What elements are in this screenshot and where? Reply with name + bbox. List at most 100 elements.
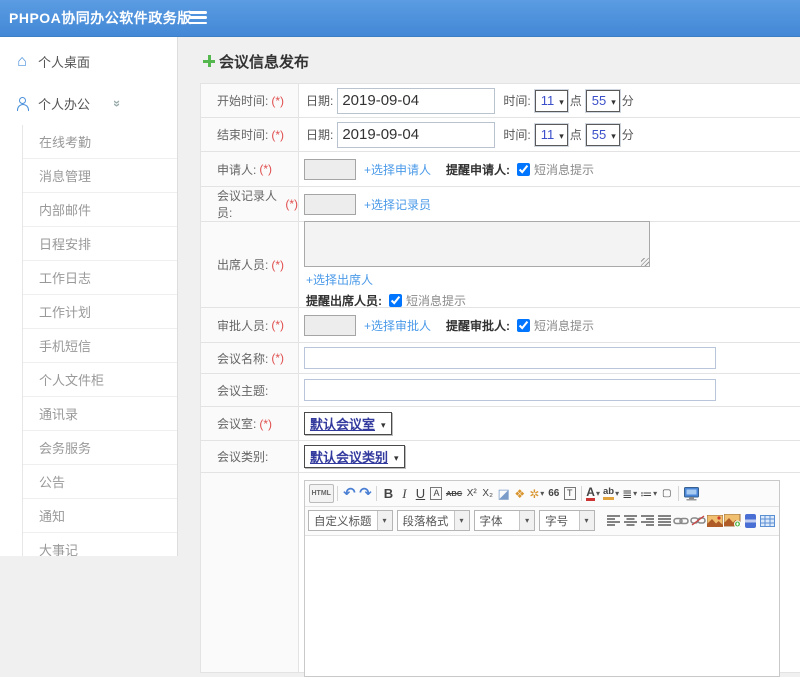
ordered-list-icon[interactable]: ≣ ▾ <box>621 484 638 503</box>
applicant-input[interactable] <box>304 158 356 180</box>
sidebar-item[interactable]: 工作计划 <box>23 295 177 329</box>
editor-content[interactable] <box>305 536 779 676</box>
remind-approver-label: 提醒审批人: <box>446 318 511 333</box>
field-label: 会议类别: <box>217 450 269 464</box>
editor-toolbar-row1: HTML ↶ ↷ B I U A ABC X² X₂ ◪ ❖ ✲ ▾ 66 T A ▾ ab ▾ ≣ ▾ ≔ ▾ ▢ <box>305 481 779 507</box>
add-icon <box>203 55 215 67</box>
sidebar-item[interactable]: 大事记 <box>23 533 177 556</box>
sidebar-submenu: 在线考勤 消息管理 内部邮件 日程安排 工作日志 工作计划 手机短信 个人文件柜 通讯录 会务服务… <box>22 125 177 556</box>
sidebar: ⌂ 个人桌面 个人办公 » 在线考勤 消息管理 内部邮件 日程安排 工作日志 工作计划 手机… <box>0 37 178 556</box>
italic-icon[interactable]: I <box>397 484 412 503</box>
page-title: 会议信息发布 <box>219 53 310 71</box>
paragraph-format-select[interactable]: 段落格式 <box>396 510 470 531</box>
redo-icon[interactable]: ↷ <box>358 484 373 503</box>
attendees-textarea[interactable] <box>304 220 650 267</box>
field-label: 会议主题: <box>217 383 269 398</box>
align-center-icon[interactable] <box>622 511 638 530</box>
html-source-button[interactable]: HTML <box>308 484 334 503</box>
sidebar-item[interactable]: 手机短信 <box>23 329 177 363</box>
user-icon <box>13 97 31 111</box>
font-color-icon[interactable]: A ▾ <box>585 484 601 503</box>
table-icon[interactable] <box>760 511 776 530</box>
sidebar-item-desktop[interactable]: ⌂ 个人桌面 <box>0 37 177 82</box>
caret-down-icon <box>381 415 386 433</box>
sms-remind-checkbox[interactable] <box>517 162 531 176</box>
link-icon[interactable] <box>673 511 690 530</box>
sidebar-item[interactable]: 消息管理 <box>23 159 177 193</box>
font-border-icon[interactable]: A <box>429 484 444 503</box>
hour-unit-label: 点 <box>569 128 582 142</box>
unordered-list-icon[interactable]: ≔ ▾ <box>639 484 658 503</box>
sidebar-item[interactable]: 内部邮件 <box>23 193 177 227</box>
image-add-icon[interactable] <box>724 511 742 530</box>
meeting-room-select[interactable]: 默认会议室 <box>304 412 392 435</box>
field-label: 审批人员: <box>217 318 269 333</box>
align-right-icon[interactable] <box>639 511 655 530</box>
page-header: 会议信息发布 <box>179 37 800 71</box>
sidebar-item[interactable]: 个人文件柜 <box>23 363 177 397</box>
sidebar-item[interactable]: 通讯录 <box>23 397 177 431</box>
form-row-recorder: 会议记录人员: (*) +选择记录员 <box>201 187 800 222</box>
field-label: 开始时间: <box>217 94 269 108</box>
meeting-name-input[interactable] <box>304 347 716 369</box>
clean-brush-icon[interactable]: ❖ <box>512 484 527 503</box>
select-attendees-link[interactable]: +选择出席人 <box>306 273 373 287</box>
toolbar-separator <box>580 486 582 501</box>
toolbar-separator <box>376 486 378 501</box>
caret-down-icon <box>559 92 564 110</box>
font-size-select[interactable]: 字号 <box>539 510 595 531</box>
image-icon[interactable] <box>707 511 724 530</box>
approver-input[interactable] <box>304 314 356 336</box>
font-family-select[interactable]: 字体 <box>473 510 536 531</box>
sidebar-item-office[interactable]: 个人办公 » <box>0 82 177 125</box>
meeting-category-select[interactable]: 默认会议类别 <box>304 445 405 468</box>
start-minute-select[interactable]: 55 <box>585 89 620 112</box>
format-painter-icon[interactable]: ✲ ▾ <box>528 484 545 503</box>
select-approver-link[interactable]: +选择审批人 <box>364 317 431 334</box>
sidebar-item[interactable]: 日程安排 <box>23 227 177 261</box>
start-date-input[interactable] <box>337 87 496 114</box>
end-minute-select[interactable]: 55 <box>585 123 620 146</box>
unlink-icon[interactable] <box>690 511 707 530</box>
superscript-icon[interactable]: X² <box>464 484 479 503</box>
end-date-input[interactable] <box>337 121 496 148</box>
topbar: PHPOA协同办公软件政务版 <box>0 0 800 37</box>
field-label: 出席人员: <box>217 258 269 272</box>
new-page-icon[interactable]: ▢ <box>659 484 674 503</box>
media-icon[interactable] <box>742 511 758 530</box>
sms-remind-checkbox[interactable] <box>389 293 402 307</box>
sidebar-item[interactable]: 通知 <box>23 499 177 533</box>
underline-icon[interactable]: U <box>413 484 428 503</box>
caret-down-icon: ▾ <box>595 489 600 498</box>
sms-label: 短消息提示 <box>534 318 595 333</box>
subscript-icon[interactable]: X₂ <box>480 484 495 503</box>
hamburger-menu-icon[interactable] <box>189 11 207 25</box>
strikethrough-icon[interactable]: ABC <box>445 484 463 503</box>
sidebar-item-label: 个人桌面 <box>38 55 91 70</box>
preview-icon[interactable] <box>682 484 701 503</box>
select-recorder-link[interactable]: +选择记录员 <box>364 196 431 213</box>
align-left-icon[interactable] <box>605 511 621 530</box>
required-mark: (*) <box>271 93 285 108</box>
justify-icon[interactable] <box>656 511 672 530</box>
bold-icon[interactable]: B <box>381 484 396 503</box>
remind-attendees-label: 提醒出席人员: <box>306 293 382 308</box>
sidebar-item[interactable]: 工作日志 <box>23 261 177 295</box>
eraser-icon[interactable]: ◪ <box>496 484 511 503</box>
start-hour-select[interactable]: 11 <box>534 89 568 112</box>
highlight-color-icon[interactable]: ab ▾ <box>602 484 620 503</box>
sidebar-item[interactable]: 在线考勤 <box>23 125 177 159</box>
undo-icon[interactable]: ↶ <box>342 484 357 503</box>
form-row-approver: 审批人员: (*) +选择审批人 提醒审批人: 短消息提示 <box>201 308 800 343</box>
meeting-topic-input[interactable] <box>304 379 716 401</box>
recorder-input[interactable] <box>304 193 356 215</box>
hour-unit-label: 点 <box>569 94 582 108</box>
select-applicant-link[interactable]: +选择申请人 <box>364 161 431 178</box>
custom-title-select[interactable]: 自定义标题 <box>308 510 393 531</box>
paste-icon[interactable]: T <box>562 484 577 503</box>
sidebar-item[interactable]: 会务服务 <box>23 431 177 465</box>
end-hour-select[interactable]: 11 <box>534 123 568 146</box>
blockquote-icon[interactable]: 66 <box>546 484 561 503</box>
sms-remind-checkbox[interactable] <box>517 318 531 332</box>
sidebar-item[interactable]: 公告 <box>23 465 177 499</box>
